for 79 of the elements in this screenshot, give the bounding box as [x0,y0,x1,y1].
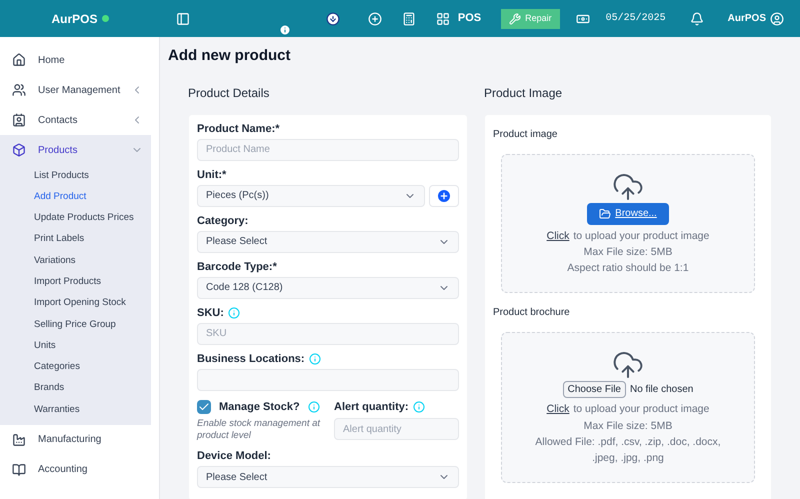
submenu-item[interactable]: Add Product [0,186,151,208]
section-title: Product Details [188,84,270,102]
click-link[interactable]: Click [546,228,570,244]
sidebar-item[interactable]: Products [38,142,131,158]
plus-icon [436,188,452,204]
sidebar-item[interactable]: Contacts [38,112,131,128]
sidebar-item[interactable]: User Management [38,82,131,98]
folder-icon [599,208,612,220]
select-field[interactable]: Please Select [197,230,459,252]
upload-info: Max File size: 5MB [582,245,674,260]
sidebar-item[interactable]: Home [38,52,143,68]
factory-icon [12,432,26,447]
add-button[interactable] [429,184,459,206]
logo: AurPOS [51,10,98,28]
checkbox[interactable] [197,400,211,414]
upload-info: Allowed File: .pdf, .csv, .zip, .doc, .docx, .jpeg, .jpg, .png [534,435,722,466]
upload-dropzone[interactable]: Choose File No file chosen Click to upload your product image Max File size: 5MB Allowed File: .pdf, .csv, .zip, .doc, .docx, .jpeg, .jpg, .png [501,332,755,483]
book-icon [12,462,26,477]
click-link[interactable]: Click [546,402,570,418]
sidebar-toggle-icon[interactable] [176,12,190,26]
upload-hint: to upload your product image [573,402,710,418]
text-field[interactable]: Alert quantity [334,418,459,440]
select-field[interactable]: Pieces (Pc(s)) [197,184,425,206]
text-field[interactable]: SKU [197,322,459,344]
sidebar-item[interactable]: Accounting [38,462,143,478]
field-label: Manage Stock? [219,400,300,414]
page-title: Add new product [168,46,292,66]
upload-label: Product image [493,128,558,142]
add-icon[interactable] [368,12,382,26]
upload-info: Aspect ratio should be 1:1 [566,261,690,276]
file-status: No file chosen [630,383,694,398]
submenu-item[interactable]: Import Products [0,271,151,293]
submenu-item[interactable]: Warranties [0,399,151,421]
submenu-item[interactable]: Selling Price Group [0,314,151,336]
submenu-item[interactable]: Update Products Prices [0,208,151,229]
field-label: Unit:* [197,168,226,182]
text-field[interactable] [197,368,459,390]
text-field[interactable]: Product Name [197,138,459,160]
calculator-icon[interactable] [402,12,416,26]
info-icon [308,400,320,413]
wrench-icon [509,12,522,24]
upload-label: Product brochure [493,306,571,320]
submenu-item[interactable]: List Products [0,165,151,186]
select-field[interactable]: Please Select [197,466,459,488]
users-icon [12,83,26,97]
field-label: Business Locations: [197,352,305,366]
submenu-item[interactable]: Import Opening Stock [0,292,151,314]
section-title: Product Image [484,84,564,102]
user-name[interactable]: AurPOS [728,11,766,26]
select-field[interactable]: Code 128 (C128) [197,276,459,298]
browse-button[interactable]: Browse... [587,202,669,224]
submenu-item[interactable]: Variations [0,250,151,272]
upload-hint: to upload your product image [573,228,710,244]
submenu-item[interactable]: Units [0,335,151,357]
check-icon [198,400,210,413]
submenu-item[interactable]: Categories [0,356,151,378]
download-icon[interactable] [326,12,340,26]
sidebar-item[interactable]: Manufacturing [38,432,143,448]
cube-icon [12,143,26,157]
choose-file-button[interactable]: Choose File [562,381,626,398]
info-icon [412,400,425,413]
field-label: Barcode Type:* [197,260,277,274]
home-icon [12,53,26,67]
upload-info: Max File size: 5MB [582,419,674,434]
grid-icon [436,12,450,26]
field-label: SKU: [197,306,224,320]
help-text: Enable stock management at product level [197,418,322,442]
bell-icon[interactable] [690,12,704,26]
submenu-item[interactable]: Brands [0,378,151,400]
date-text: 05/25/2025 [606,12,666,26]
field-label: Product Name:* [197,122,280,136]
contact-card-icon [12,113,26,127]
upload-dropzone[interactable]: Browse... Click to upload your product image Max File size: 5MB Aspect ratio should be 1:1 [501,154,755,294]
field-label: Alert quantity: [334,400,409,414]
field-label: Category: [197,214,248,228]
submenu-item[interactable]: Print Labels [0,228,151,250]
pos-link[interactable]: POS [458,10,482,27]
field-label: Device Model: [197,450,271,463]
user-icon[interactable] [770,12,784,26]
